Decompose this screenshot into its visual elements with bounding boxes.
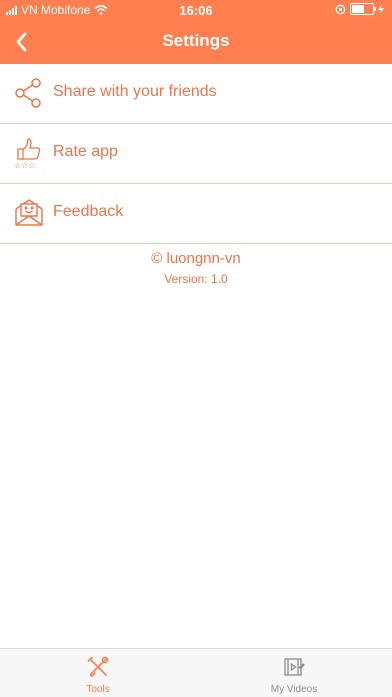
menu-item-label: Feedback [53, 203, 124, 220]
version-text: Version: 1.0 [164, 272, 228, 286]
menu-item-feedback[interactable]: Feedback [0, 184, 392, 244]
battery-icon [350, 3, 376, 15]
copyright-text: © luongnn-vn [151, 250, 241, 267]
tab-tools[interactable]: Tools [0, 649, 196, 697]
tab-my-videos[interactable]: My Videos [196, 649, 392, 697]
page-title: Settings [162, 31, 230, 50]
video-icon [284, 658, 305, 676]
menu-item-label: Rate app [53, 143, 118, 160]
status-bar: VN Mobifone 16:06 [0, 0, 392, 20]
thumbs-up-stars-icon: ☆☆☆ [14, 138, 41, 169]
status-time: 16:06 [179, 3, 213, 18]
envelope-smile-icon [15, 199, 43, 226]
tools-icon [87, 656, 109, 677]
svg-text:☆☆☆: ☆☆☆ [14, 161, 36, 169]
navigation-bar: Settings [0, 20, 392, 64]
menu-item-share[interactable]: Share with your friends [0, 64, 392, 124]
menu-item-label: Share with your friends [53, 83, 217, 100]
app-header: VN Mobifone 16:06 Settings [0, 0, 392, 64]
orientation-lock-icon [335, 4, 346, 14]
menu-item-rate-app[interactable]: ☆☆☆ Rate app [0, 124, 392, 184]
tab-label: My Videos [270, 684, 318, 695]
tab-bar: Tools My Videos [0, 648, 392, 697]
charging-icon [378, 4, 384, 14]
share-icon [15, 78, 41, 108]
tab-label: Tools [86, 684, 110, 695]
